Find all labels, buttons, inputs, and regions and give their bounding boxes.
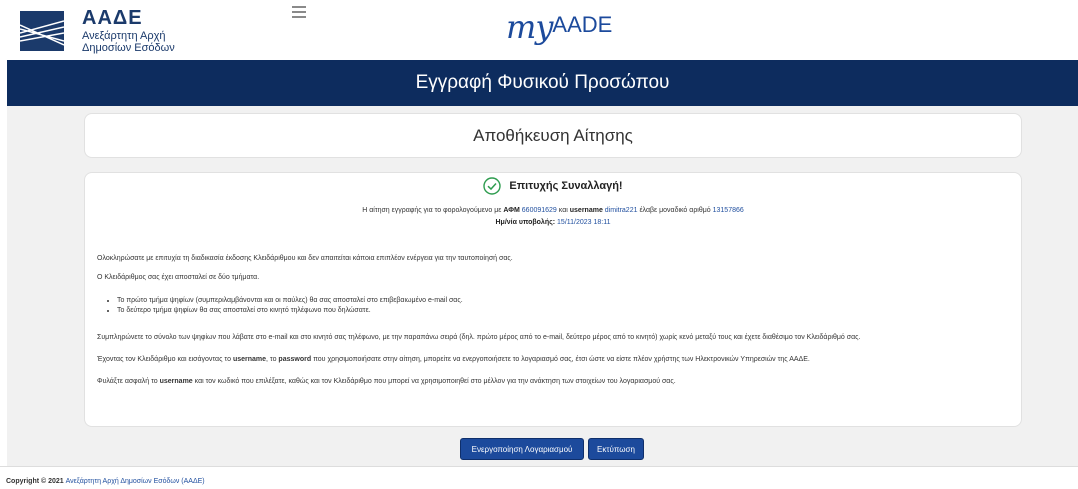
info-paragraph-4: Έχοντας τον Κλειδάριθμο και εισάγοντας τ… [97, 356, 810, 363]
hamburger-menu-icon[interactable] [292, 6, 306, 18]
info-paragraph-5: Φυλάξτε ασφαλή το username και τον κωδικ… [97, 378, 676, 385]
section-title: Αποθήκευση Αίτησης [473, 125, 633, 145]
print-button[interactable]: Εκτύπωση [588, 438, 644, 460]
brand-my: my [506, 8, 553, 46]
logo-subtitle-line1: Ανεξάρτητη Αρχή [82, 30, 166, 42]
check-circle-icon [483, 177, 502, 195]
summary-and: και [558, 207, 568, 214]
submission-date-label: Ημ/νία υποβολής: [495, 219, 556, 226]
submission-date-value: 15/11/2023 18:11 [557, 219, 611, 226]
page-banner: Εγγραφή Φυσικού Προσώπου [7, 60, 1078, 106]
submission-date-line: Ημ/νία υποβολής: 15/11/2023 18:11 [85, 219, 1021, 226]
p5-username: username [159, 378, 193, 385]
brand-aade: AADE [552, 12, 613, 37]
footer: Copyright © 2021 Ανεξάρτητη Αρχή Δημοσίω… [0, 466, 1078, 489]
p4-password: password [278, 356, 312, 363]
success-header: Επιτυχής Συναλλαγή! [85, 177, 1021, 195]
afm-value: 660091629 [521, 207, 557, 214]
username-label: username [569, 207, 603, 214]
myaade-brand[interactable]: myAADE [506, 8, 612, 48]
activate-account-button[interactable]: Ενεργοποίηση Λογαριασμού [460, 438, 584, 460]
summary-prefix: Η αίτηση εγγραφής για το φορολογούμενο μ… [362, 207, 502, 214]
application-number: 13157866 [712, 207, 744, 214]
success-card: Επιτυχής Συναλλαγή! Η αίτηση εγγραφής γι… [84, 172, 1022, 427]
p4-username: username [232, 356, 267, 363]
info-paragraph-2: Ο Κλειδάριθμος σας έχει αποσταλεί σε δύο… [97, 274, 260, 281]
footer-copyright: Copyright © 2021 Ανεξάρτητη Αρχή Δημοσίω… [6, 478, 205, 485]
logo-acronym: ΑΑΔΕ [82, 7, 143, 29]
afm-label: ΑΦΜ [503, 207, 520, 214]
p5-text-a: Φυλάξτε ασφαλή το [97, 378, 158, 385]
keycode-parts-list: Το πρώτο τμήμα ψηφίων (συμπεριλαμβάνοντα… [107, 297, 463, 317]
summary-mid: έλαβε μοναδικό αριθμό [639, 207, 711, 214]
logo-subtitle-line2: Δημοσίων Εσόδων [82, 42, 175, 54]
p4-text-c: που χρησιμοποιήσατε στην αίτηση, μπορείτ… [313, 356, 810, 363]
info-paragraph-1: Ολοκληρώσατε με επιτυχία τη διαδικασία έ… [97, 255, 513, 262]
info-paragraph-3: Συμπληρώνετε το σύνολο των ψηφίων που λά… [97, 334, 861, 341]
copyright-text: Copyright © 2021 [6, 478, 64, 485]
aade-footer-link[interactable]: Ανεξάρτητη Αρχή Δημοσίων Εσόδων (ΑΑΔΕ) [66, 478, 205, 485]
p4-text-b: , το [266, 356, 277, 363]
section-title-card: Αποθήκευση Αίτησης [84, 113, 1022, 158]
p4-text-a: Έχοντας τον Κλειδάριθμο και εισάγοντας τ… [97, 356, 231, 363]
top-header: ΑΑΔΕ Ανεξάρτητη Αρχή Δημοσίων Εσόδων myA… [0, 0, 1078, 58]
aade-logo[interactable]: ΑΑΔΕ Ανεξάρτητη Αρχή Δημοσίων Εσόδων [20, 7, 175, 54]
list-item: Το δεύτερο τμήμα ψηφίων θα σας αποσταλεί… [117, 307, 463, 314]
success-title: Επιτυχής Συναλλαγή! [509, 180, 623, 192]
aade-emblem-icon [20, 11, 64, 51]
page-title: Εγγραφή Φυσικού Προσώπου [415, 72, 670, 93]
registration-summary: Η αίτηση εγγραφής για το φορολογούμενο μ… [85, 207, 1021, 214]
p5-text-b: και τον κωδικό που επιλέξατε, καθώς και … [194, 378, 676, 385]
username-value: dimitra221 [604, 207, 638, 214]
list-item: Το πρώτο τμήμα ψηφίων (συμπεριλαμβάνοντα… [117, 297, 463, 304]
